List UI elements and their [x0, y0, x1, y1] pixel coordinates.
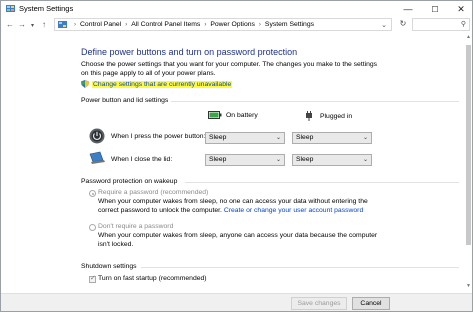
control-panel-small-icon — [58, 21, 67, 28]
breadcrumb-system-settings[interactable]: System Settings — [265, 21, 314, 28]
recent-locations-chevron-icon[interactable]: ▾ — [31, 22, 34, 29]
title-bar: System Settings — ☐ ✕ — [1, 1, 472, 17]
close-button[interactable]: ✕ — [448, 1, 472, 17]
breadcrumb-separator-icon: › — [204, 21, 207, 28]
no-password-radio[interactable] — [89, 224, 96, 231]
vertical-scrollbar[interactable]: ▲ ▼ — [464, 33, 472, 293]
scroll-up-arrow-icon[interactable]: ▲ — [464, 34, 472, 42]
page-description: Choose the power settings that you want … — [81, 61, 378, 77]
save-changes-button[interactable]: Save changes — [291, 297, 347, 310]
back-arrow-icon[interactable]: ← — [6, 20, 14, 29]
address-dropdown-chevron-icon[interactable]: ⌄ — [381, 21, 387, 29]
main-content: Define power buttons and turn on passwor… — [1, 33, 472, 293]
lid-battery-select[interactable]: Sleep ⌄ — [205, 154, 285, 166]
lid-plugged-select[interactable]: Sleep ⌄ — [292, 154, 372, 166]
power-button-row-label: When I press the power button: — [111, 133, 206, 140]
require-password-label: Require a password (recommended) — [98, 189, 209, 196]
require-password-radio[interactable] — [89, 190, 96, 197]
no-password-label: Don't require a password — [98, 223, 174, 230]
search-icon: ⚲ — [460, 21, 466, 28]
chevron-down-icon: ⌄ — [362, 135, 368, 141]
breadcrumb-all-items[interactable]: All Control Panel Items — [131, 21, 200, 28]
maximize-button[interactable]: ☐ — [422, 1, 448, 17]
power-button-group-label: Power button and lid settings — [81, 97, 169, 104]
select-value: Sleep — [296, 134, 314, 141]
change-settings-link[interactable]: Change settings that are currently unava… — [92, 80, 233, 88]
shutdown-group-label: Shutdown settings — [81, 263, 137, 270]
control-panel-icon — [6, 5, 15, 12]
chevron-down-icon: ⌄ — [275, 157, 281, 163]
breadcrumb-power-options[interactable]: Power Options — [210, 21, 255, 28]
breadcrumb-separator-icon: › — [258, 21, 261, 28]
on-battery-label: On battery — [226, 111, 258, 119]
plugged-in-label: Plugged in — [320, 112, 353, 120]
on-battery-column-header: On battery — [208, 111, 258, 119]
no-password-description: When your computer wakes from sleep, any… — [98, 232, 378, 248]
require-password-description: When your computer wakes from sleep, no … — [98, 198, 388, 215]
refresh-icon[interactable]: ↻ — [397, 19, 409, 31]
window-title: System Settings — [19, 4, 74, 13]
select-value: Sleep — [209, 156, 227, 163]
address-bar-row: ← → ▾ ↑ › Control Panel › All Control Pa… — [1, 17, 472, 33]
system-settings-window: System Settings — ☐ ✕ ← → ▾ ↑ › Control … — [0, 0, 473, 312]
group-divider — [141, 267, 459, 268]
fast-startup-label: Turn on fast startup (recommended) — [98, 275, 207, 282]
change-settings-link-row: Change settings that are currently unava… — [81, 80, 233, 88]
lid-row-label: When I close the lid: — [111, 156, 173, 163]
plug-icon — [306, 111, 312, 121]
battery-icon — [208, 111, 222, 119]
laptop-lid-icon — [89, 151, 105, 164]
breadcrumb-separator-icon: › — [74, 21, 76, 28]
address-bar[interactable]: › Control Panel › All Control Panel Item… — [54, 18, 392, 31]
forward-arrow-icon[interactable]: → — [18, 20, 26, 29]
breadcrumb-control-panel[interactable]: Control Panel — [80, 21, 121, 28]
password-group-label: Password protection on wakeup — [81, 178, 178, 185]
uac-shield-icon — [81, 80, 89, 88]
page-title: Define power buttons and turn on passwor… — [81, 47, 298, 57]
fast-startup-checkbox[interactable] — [89, 274, 96, 283]
power-button-plugged-select[interactable]: Sleep ⌄ — [292, 132, 372, 144]
select-value: Sleep — [296, 156, 314, 163]
breadcrumb-separator-icon: › — [125, 21, 128, 28]
power-button-battery-select[interactable]: Sleep ⌄ — [205, 132, 285, 144]
power-button-icon — [89, 128, 105, 144]
chevron-down-icon: ⌄ — [275, 135, 281, 141]
search-input[interactable]: ⚲ — [412, 18, 470, 31]
group-divider — [171, 101, 459, 102]
scrollbar-thumb[interactable] — [466, 45, 471, 245]
group-divider — [185, 182, 459, 183]
footer-bar: Save changes Cancel — [1, 293, 472, 311]
select-value: Sleep — [209, 134, 227, 141]
minimize-button[interactable]: — — [395, 1, 421, 17]
cancel-button[interactable]: Cancel — [352, 297, 390, 310]
create-password-link[interactable]: Create or change your user account passw… — [224, 207, 363, 214]
up-arrow-icon[interactable]: ↑ — [42, 20, 46, 29]
plugged-in-column-header: Plugged in — [304, 111, 352, 121]
chevron-down-icon: ⌄ — [362, 157, 368, 163]
scroll-down-arrow-icon[interactable]: ▼ — [464, 283, 472, 291]
